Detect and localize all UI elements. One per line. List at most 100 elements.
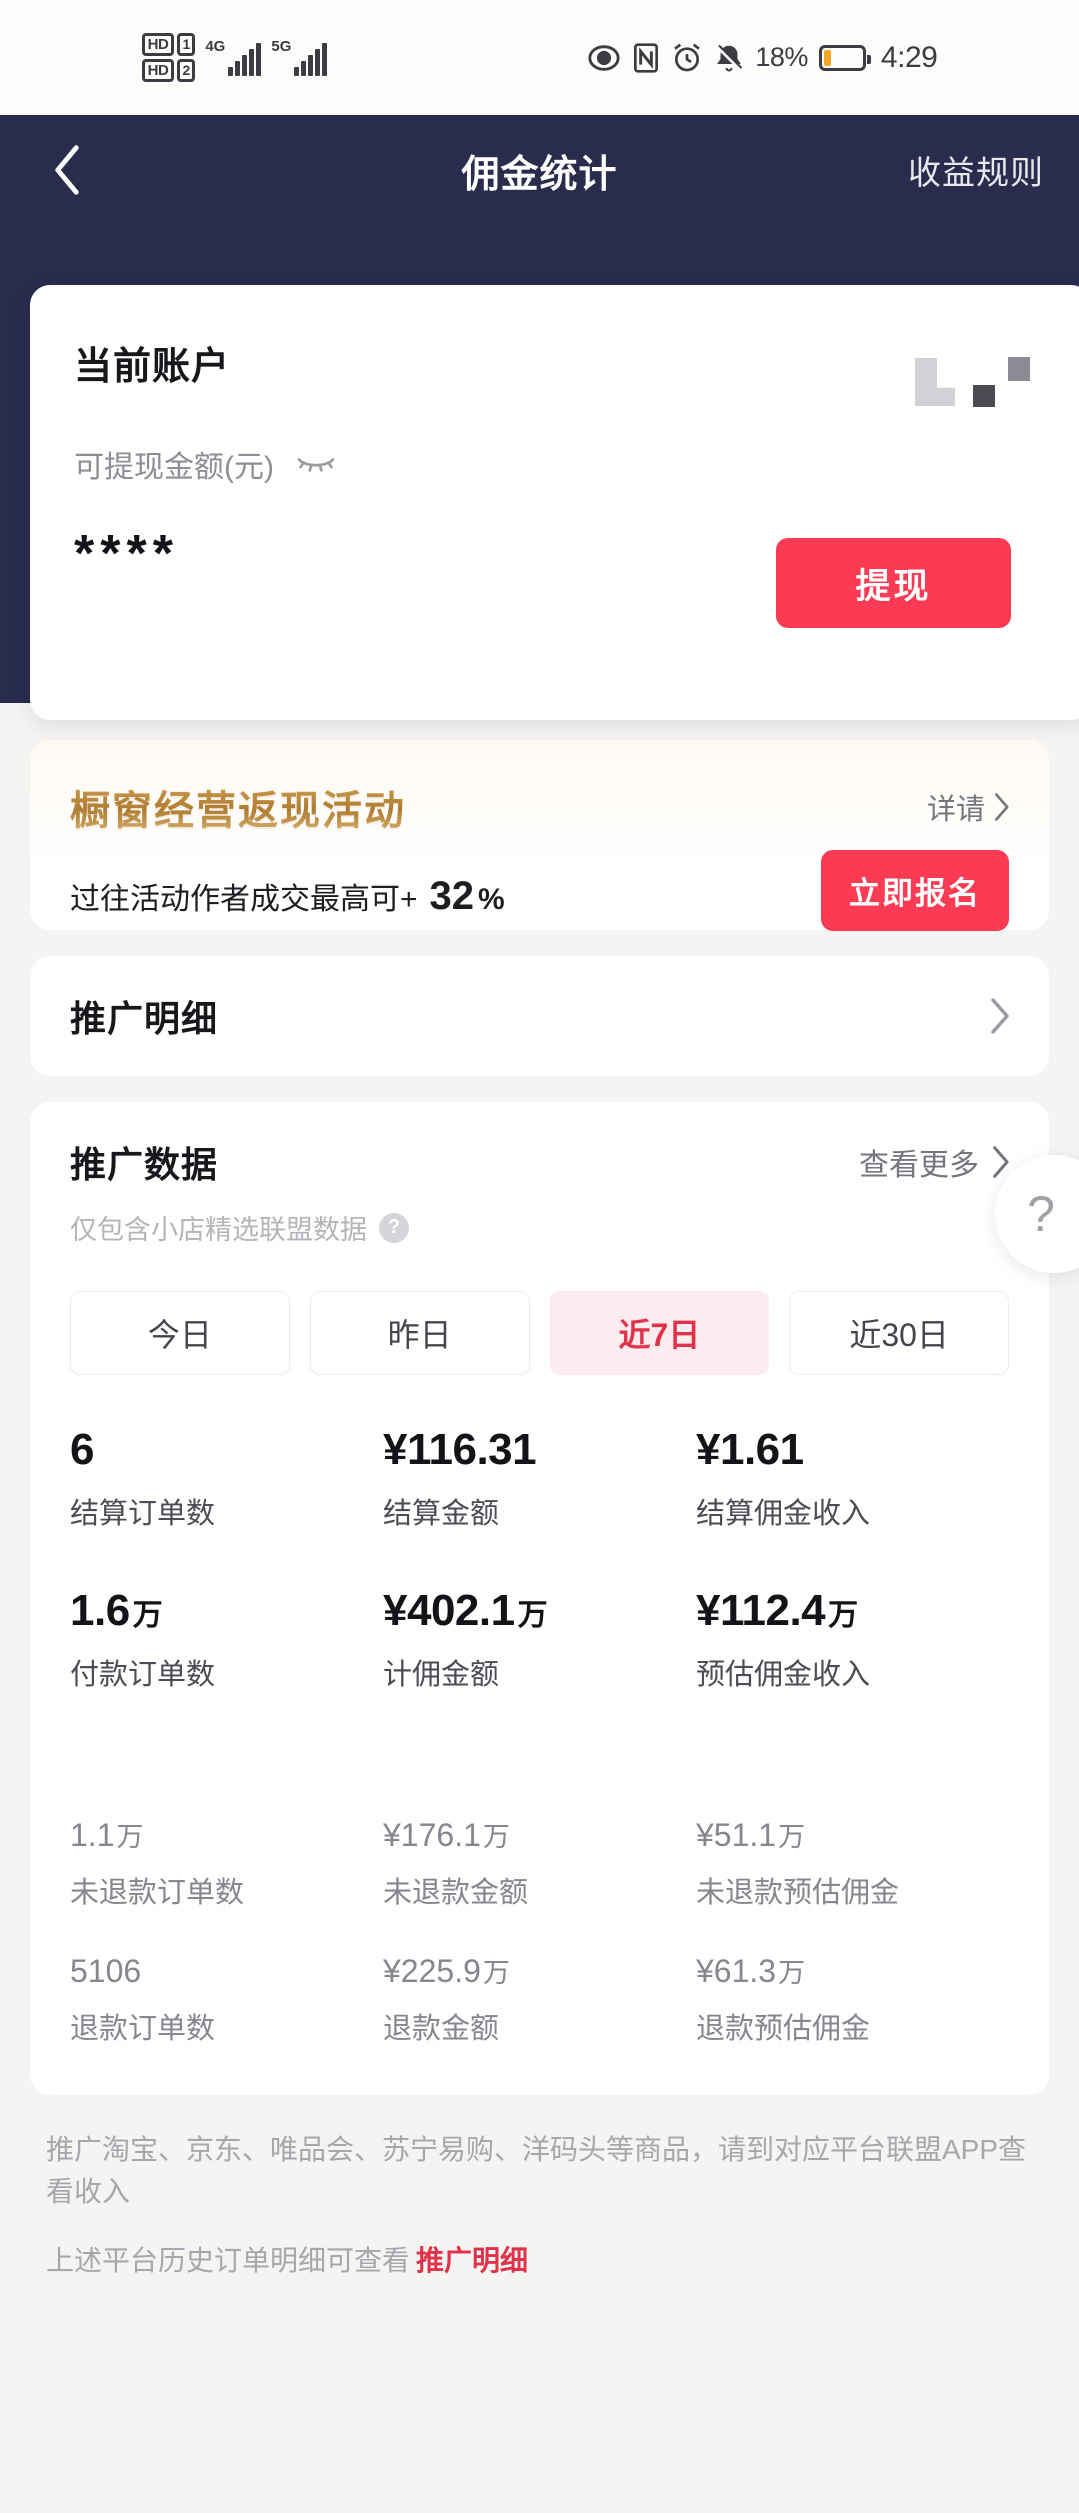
signal-bars-5g-icon xyxy=(294,42,328,76)
stat-label: 结算佣金收入 xyxy=(696,1498,871,1531)
signal-5g-group: 5G xyxy=(271,38,328,76)
footer-line-2: 上述平台历史订单明细可查看 推广明细 xyxy=(46,2240,1037,2283)
footer-notes: 推广淘宝、京东、唯品会、苏宁易购、洋码头等商品，请到对应平台联盟APP查看收入 … xyxy=(30,2129,1049,2283)
stat-value: ¥1.61 xyxy=(696,1425,999,1474)
stat-label: 退款金额 xyxy=(383,2012,500,2045)
footer-promotion-detail-link[interactable]: 推广明细 xyxy=(416,2245,528,2276)
signal-bars-4g-icon xyxy=(228,42,262,76)
sim2-number: 2 xyxy=(177,59,196,82)
eye-off-icon[interactable] xyxy=(296,451,336,477)
tab-yesterday[interactable]: 昨日 xyxy=(309,1291,530,1375)
stat-label: 结算金额 xyxy=(383,1498,500,1531)
stat-cell: ¥225.9万 退款金额 xyxy=(383,1952,696,2047)
stat-cell: 1.1万 未退款订单数 xyxy=(70,1819,383,1911)
stat-value: ¥116.31 xyxy=(383,1426,686,1473)
stat-number: 1.6 xyxy=(70,1586,130,1636)
account-card: 当前账户 可提现金额(元) **** 提现 xyxy=(30,285,1079,720)
hd-badge-sim2: HD xyxy=(141,59,175,82)
stat-unit: 万 xyxy=(482,1822,510,1853)
footer-line-2-text: 上述平台历史订单明细可查看 xyxy=(46,2244,411,2276)
stat-cell: ¥51.1万 未退款预估佣金 xyxy=(696,1819,1009,1911)
network-type-5g-label: 5G xyxy=(271,38,292,55)
promo-banner-card: 橱窗经营返现活动 详请 过往活动作者成交最高可+ 32 % 立即报名 xyxy=(30,740,1049,931)
stat-value: 5106 xyxy=(70,1952,373,1989)
stat-cell: ¥112.4 万 预估佣金收入 xyxy=(696,1588,1009,1693)
network-type-4g-label: 4G xyxy=(205,38,226,55)
mute-bell-icon xyxy=(714,42,744,74)
secondary-stats-grid: 1.1万 未退款订单数 ¥176.1万 未退款金额 ¥51.1万 未退款预估佣金… xyxy=(70,1745,1009,2046)
chevron-right-icon xyxy=(995,793,1009,821)
stat-number: 5106 xyxy=(70,1952,142,1989)
withdraw-button[interactable]: 提现 xyxy=(776,538,1011,628)
promotion-detail-row[interactable]: 推广明细 xyxy=(30,956,1049,1076)
stat-cell: 5106 退款订单数 xyxy=(70,1952,383,2047)
earnings-rules-button[interactable]: 收益规则 xyxy=(908,146,1044,194)
stat-cell: 1.6 万 付款订单数 xyxy=(70,1588,383,1693)
stat-label: 未退款预估佣金 xyxy=(696,1876,900,1909)
stat-unit: 万 xyxy=(116,1822,144,1853)
footer-line-1: 推广淘宝、京东、唯品会、苏宁易购、洋码头等商品，请到对应平台联盟APP查看收入 xyxy=(46,2133,1027,2208)
signal-4g-group: 4G xyxy=(205,38,262,76)
primary-stats-grid: 6 结算订单数 ¥116.31 结算金额 ¥1.61 结算佣金收入 1.6 万 付… xyxy=(70,1425,1009,1693)
promotion-data-subtitle-row: 仅包含小店精选联盟数据 ? xyxy=(70,1208,1009,1247)
promo-title: 橱窗经营返现活动 xyxy=(70,778,406,836)
chevron-right-icon xyxy=(989,998,1009,1034)
stat-cell: ¥61.3万 退款预估佣金 xyxy=(696,1954,1009,2047)
status-bar-left: HD 1 HD 2 4G 5G xyxy=(141,33,328,82)
stat-value: ¥402.1 万 xyxy=(383,1588,686,1634)
stat-number: ¥1.61 xyxy=(696,1425,804,1474)
promotion-detail-title: 推广明细 xyxy=(70,998,219,1039)
stat-value: ¥61.3万 xyxy=(696,1954,999,1989)
stat-label: 退款预估佣金 xyxy=(696,2012,871,2045)
promo-description: 过往活动作者成交最高可+ 32 % xyxy=(70,874,505,919)
stat-number: ¥112.4 xyxy=(696,1586,826,1636)
chevron-right-icon xyxy=(993,1146,1009,1178)
stat-number: ¥51.1 xyxy=(696,1817,777,1854)
stat-unit: 万 xyxy=(828,1599,858,1633)
stat-value: 1.6 万 xyxy=(70,1588,373,1634)
promo-detail-link[interactable]: 详请 xyxy=(927,786,1009,828)
hd-badge-sim1: HD xyxy=(141,33,175,56)
tab-today[interactable]: 今日 xyxy=(70,1291,290,1375)
stat-label: 退款订单数 xyxy=(70,2012,216,2045)
stat-number: ¥176.1 xyxy=(383,1817,481,1854)
stat-value: 1.1万 xyxy=(70,1819,373,1853)
balance-label-row: 可提现金额(元) xyxy=(74,442,1047,486)
stat-number: ¥402.1 xyxy=(383,1586,515,1636)
promo-percent-value: 32 xyxy=(429,874,475,918)
stat-label: 计佣金额 xyxy=(383,1659,500,1692)
tab-last-30-days[interactable]: 近30日 xyxy=(789,1291,1009,1375)
stat-unit: 万 xyxy=(517,1599,548,1633)
stat-value: 6 xyxy=(70,1425,373,1474)
eye-icon xyxy=(587,41,621,75)
app-header: 佣金统计 收益规则 xyxy=(0,115,1079,225)
tab-last-7-days[interactable]: 近7日 xyxy=(549,1291,770,1375)
sim1-number: 1 xyxy=(177,33,196,56)
promotion-data-header: 推广数据 查看更多 xyxy=(70,1136,1009,1188)
stat-number: 1.1 xyxy=(70,1817,115,1854)
nfc-icon xyxy=(632,42,660,74)
promo-signup-button[interactable]: 立即报名 xyxy=(821,850,1009,931)
stat-label: 未退款金额 xyxy=(383,1876,529,1909)
promo-percent-sign: % xyxy=(478,883,505,916)
stat-value: ¥112.4 万 xyxy=(696,1588,999,1634)
chevron-left-icon xyxy=(55,145,79,195)
stat-label: 未退款订单数 xyxy=(70,1876,245,1909)
stat-value: ¥51.1万 xyxy=(696,1819,999,1853)
stat-label: 付款订单数 xyxy=(70,1659,216,1692)
main-content: 橱窗经营返现活动 详请 过往活动作者成交最高可+ 32 % 立即报名 推广明细 … xyxy=(0,740,1079,2513)
stat-label: 预估佣金收入 xyxy=(696,1659,871,1692)
promotion-data-card: 推广数据 查看更多 仅包含小店精选联盟数据 ? 今日 昨日 近7日 近30日 6… xyxy=(30,1102,1049,2095)
question-mark-icon[interactable]: ? xyxy=(379,1212,409,1243)
stat-unit: 万 xyxy=(482,1957,510,1988)
balance-label: 可提现金额(元) xyxy=(74,451,274,484)
view-more-button[interactable]: 查看更多 xyxy=(859,1140,1009,1184)
stat-value: ¥225.9万 xyxy=(383,1952,686,1989)
stat-number: ¥225.9 xyxy=(383,1952,481,1989)
stat-cell: ¥1.61 结算佣金收入 xyxy=(696,1425,1009,1532)
stat-number: 6 xyxy=(70,1425,94,1474)
battery-percent-label: 18% xyxy=(755,42,808,72)
stat-unit: 万 xyxy=(132,1599,163,1633)
back-button[interactable] xyxy=(35,138,99,202)
promo-detail-label: 详请 xyxy=(926,794,985,826)
